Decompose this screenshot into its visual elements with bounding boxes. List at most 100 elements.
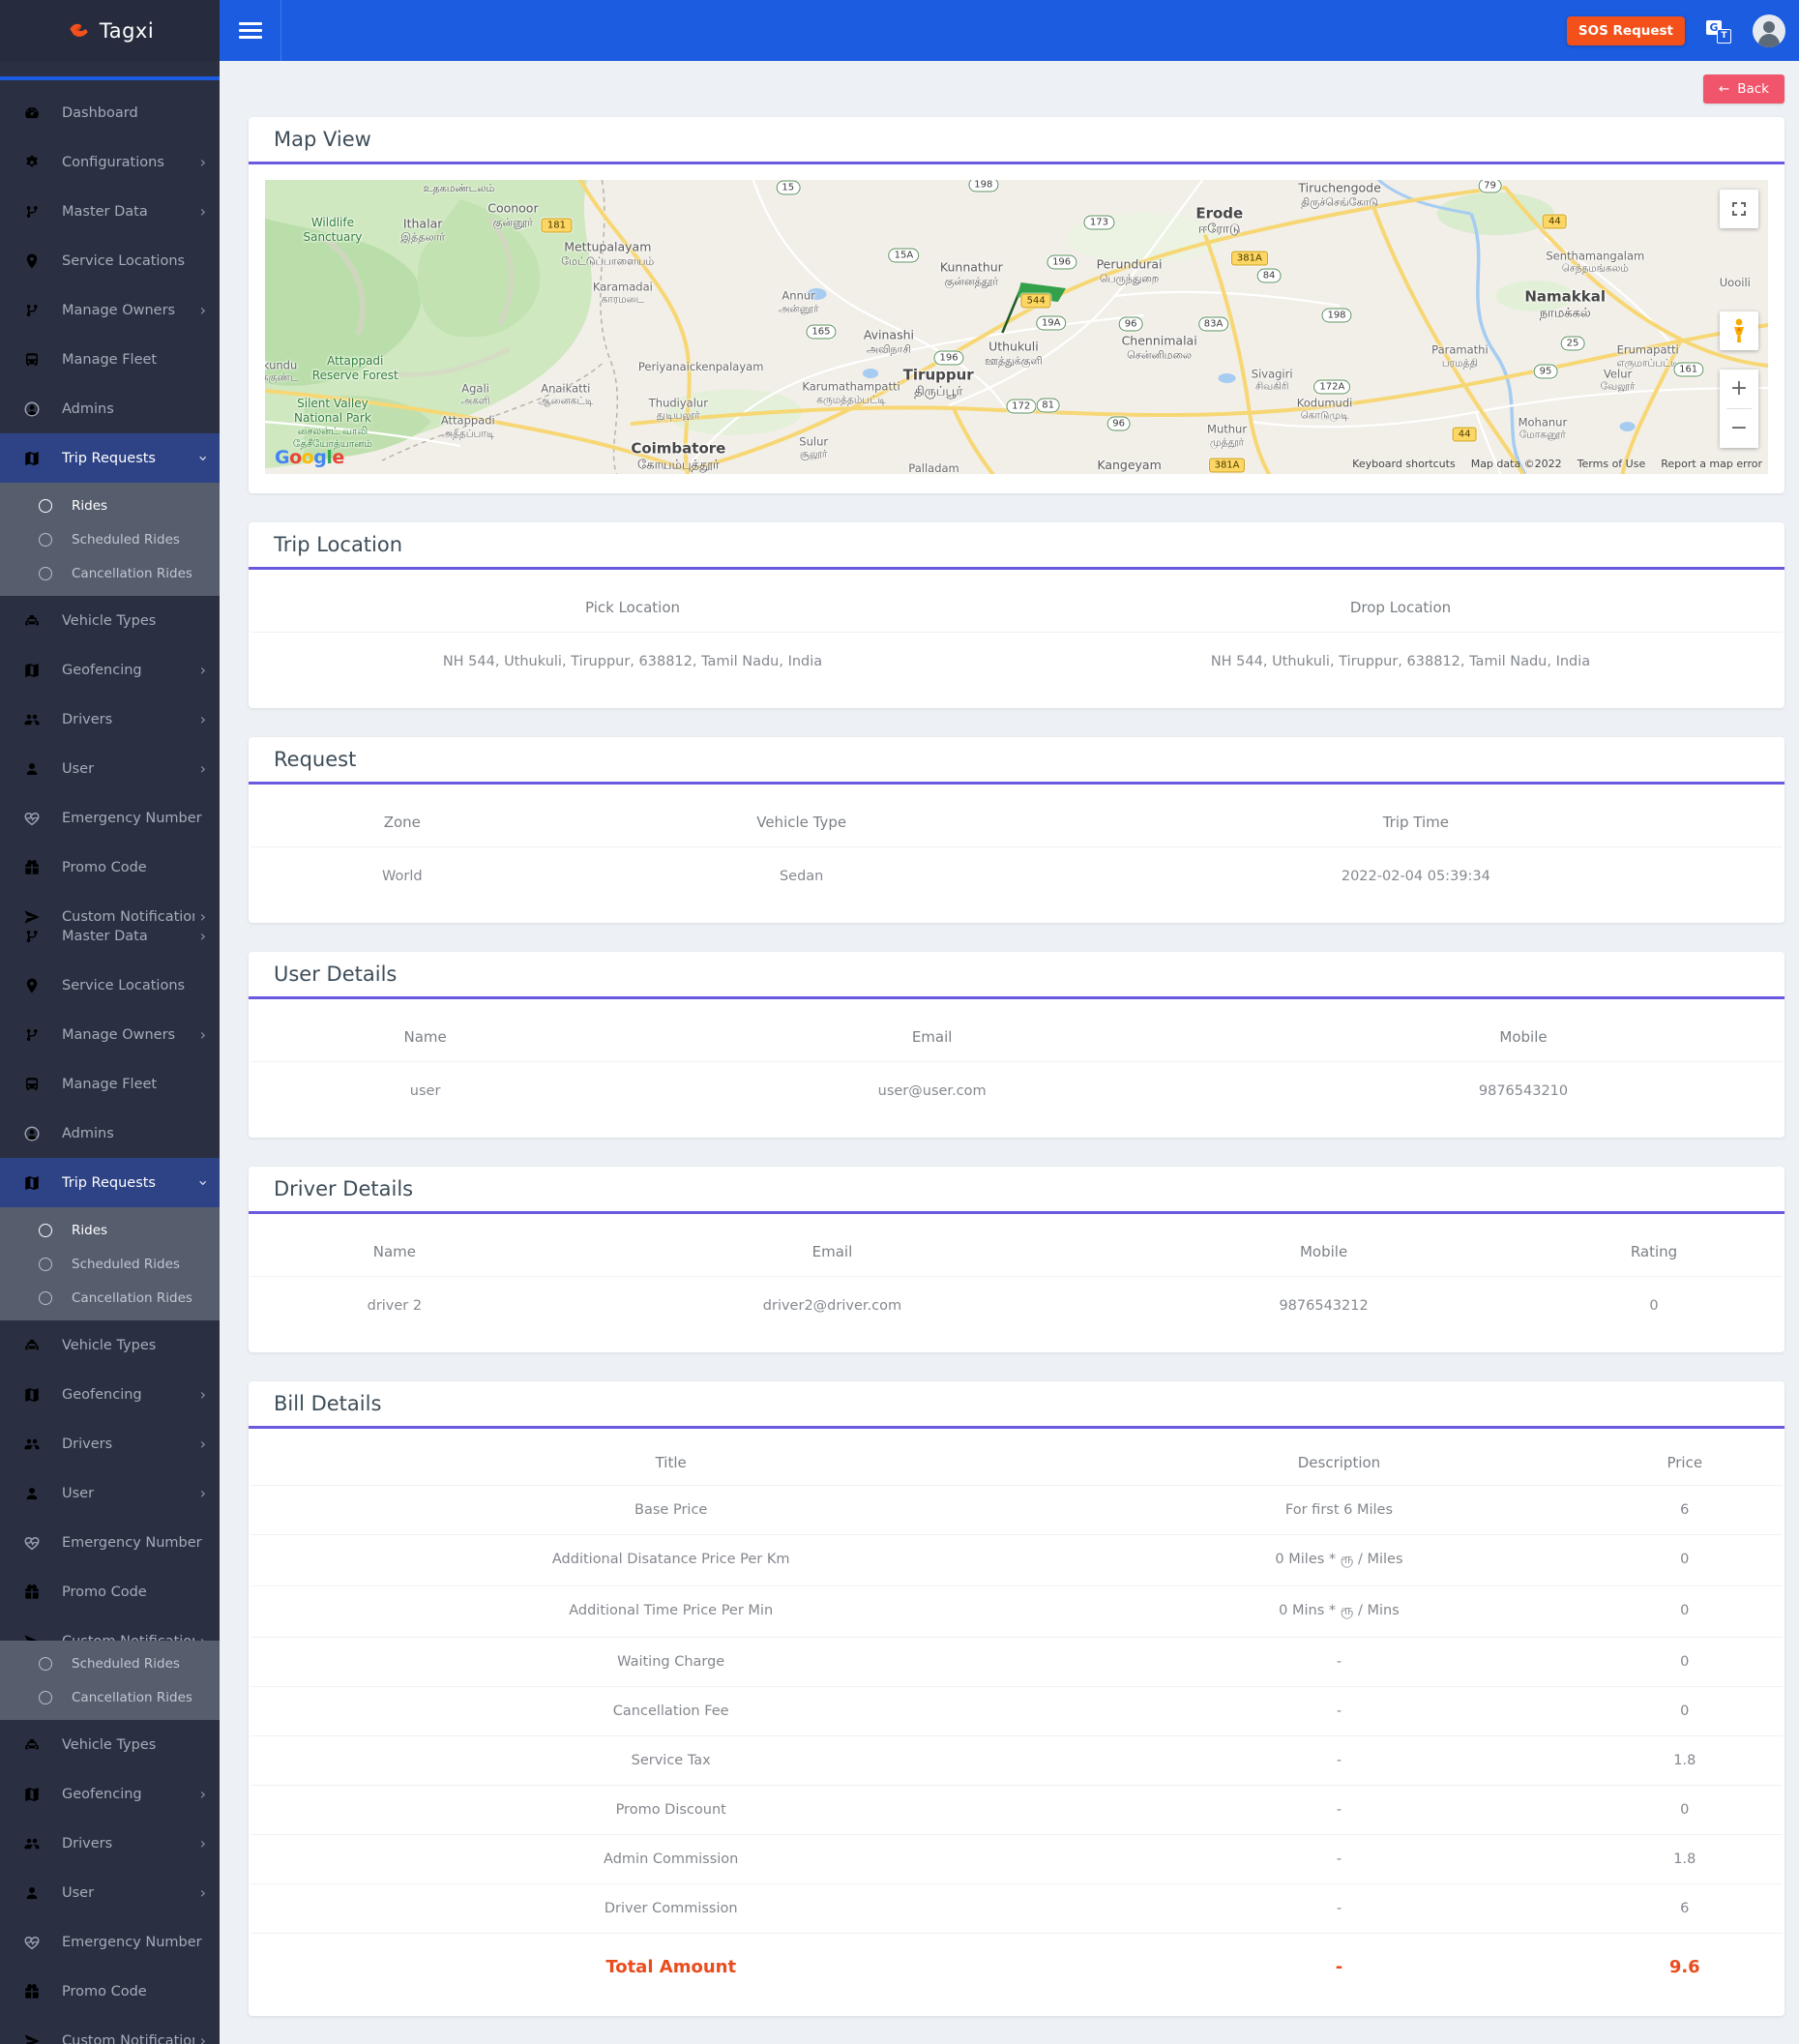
bill-row-title: Admin Commission xyxy=(249,1835,1093,1883)
brand-logo[interactable]: Tagxi xyxy=(0,0,220,61)
chevron-right-icon: › xyxy=(200,1836,206,1851)
sidebar-item-manage-owners[interactable]: Manage Owners› xyxy=(0,285,220,335)
sidebar-subitem-cancellation-rides[interactable]: Cancellation Rides xyxy=(0,556,220,590)
bill-row-price: 0 xyxy=(1585,1535,1784,1585)
bill-row-title: Base Price xyxy=(249,1486,1093,1534)
sidebar-item-service-locations[interactable]: Service Locations xyxy=(0,236,220,285)
sidebar-item-manage-fleet[interactable]: Manage Fleet xyxy=(0,1059,220,1109)
sidebar-subitem-scheduled-rides[interactable]: Scheduled Rides xyxy=(0,1646,220,1680)
sidebar-item-label: Configurations xyxy=(62,155,194,170)
map-attribution-item[interactable]: Keyboard shortcuts xyxy=(1352,458,1456,470)
google-logo[interactable]: Google xyxy=(275,447,344,468)
sidebar-item-master-data[interactable]: Master Data› xyxy=(0,187,220,236)
bill-row-title: Service Tax xyxy=(249,1736,1093,1785)
bill-row: Promo Discount-0 xyxy=(249,1786,1784,1834)
trip-location-card: Trip Location Pick Location Drop Locatio… xyxy=(249,522,1784,708)
map-pegman-button[interactable] xyxy=(1720,311,1758,350)
sidebar-item-emergency-number[interactable]: Emergency Number xyxy=(0,793,220,843)
bill-details-card: Bill Details Title Description Price Bas… xyxy=(249,1381,1784,2016)
bill-row-title: Additional Disatance Price Per Km xyxy=(249,1535,1093,1585)
bill-row-title: Additional Time Price Per Min xyxy=(249,1586,1093,1637)
back-button[interactable]: ← Back xyxy=(1703,74,1784,104)
map-attribution-item[interactable]: Terms of Use xyxy=(1578,458,1646,470)
map-fullscreen-button[interactable] xyxy=(1720,190,1758,228)
map-icon xyxy=(23,1386,41,1404)
sidebar-item-emergency-number[interactable]: Emergency Number xyxy=(0,1917,220,1967)
bill-row-price: 1.8 xyxy=(1585,1835,1784,1883)
sidebar-item-emergency-number[interactable]: Emergency Number xyxy=(0,1518,220,1567)
driver-name-value: driver 2 xyxy=(249,1277,541,1343)
sidebar-item-geofencing[interactable]: Geofencing› xyxy=(0,645,220,695)
driver-rating-value: 0 xyxy=(1523,1277,1784,1343)
column-header: Description xyxy=(1093,1433,1584,1485)
sidebar-item-manage-fleet[interactable]: Manage Fleet xyxy=(0,335,220,384)
sidebar-subitem-rides[interactable]: Rides xyxy=(0,1213,220,1247)
sidebar-item-vehicle-types[interactable]: Vehicle Types xyxy=(0,1720,220,1769)
sidebar-menu: DashboardConfigurations›Master Data›Serv… xyxy=(0,80,220,2044)
sidebar-subitem-cancellation-rides[interactable]: Cancellation Rides xyxy=(0,1680,220,1714)
sidebar-item-configurations[interactable]: Configurations› xyxy=(0,137,220,187)
google-map[interactable]: உதகமண்டலம்Tiruchengodeதிருச்செங்கோடுErod… xyxy=(265,180,1768,474)
radio-icon xyxy=(39,499,52,513)
sidebar-subitem-scheduled-rides[interactable]: Scheduled Rides xyxy=(0,1247,220,1281)
user-icon xyxy=(23,1485,41,1502)
sidebar-item-drivers[interactable]: Drivers› xyxy=(0,1819,220,1868)
pin-icon xyxy=(23,252,41,270)
sidebar-item-promo-code[interactable]: Promo Code xyxy=(0,843,220,892)
sidebar: Tagxi DashboardConfigurations›Master Dat… xyxy=(0,0,220,2044)
sidebar-item-drivers[interactable]: Drivers› xyxy=(0,695,220,744)
sidebar-item-drivers[interactable]: Drivers› xyxy=(0,1419,220,1468)
chevron-right-icon: › xyxy=(200,1486,206,1501)
chevron-right-icon: › xyxy=(200,1027,206,1043)
user-avatar[interactable] xyxy=(1753,15,1785,47)
sidebar-item-geofencing[interactable]: Geofencing› xyxy=(0,1370,220,1419)
sidebar-item-dashboard[interactable]: Dashboard xyxy=(0,88,220,137)
sidebar-item-vehicle-types[interactable]: Vehicle Types xyxy=(0,596,220,645)
zoom-in-button[interactable]: + xyxy=(1720,370,1758,408)
bill-row-title: Cancellation Fee xyxy=(249,1687,1093,1735)
chevron-right-icon: › xyxy=(200,1387,206,1403)
sidebar-subitem-scheduled-rides[interactable]: Scheduled Rides xyxy=(0,522,220,556)
chevron-right-icon: › xyxy=(200,204,206,220)
sidebar-item-admins[interactable]: Admins xyxy=(0,384,220,433)
sidebar-item-user[interactable]: User › xyxy=(0,1468,220,1518)
sidebar-item-user[interactable]: User› xyxy=(0,744,220,793)
sidebar-item-trip-requests[interactable]: Trip Requests› xyxy=(0,433,220,483)
back-arrow-icon: ← xyxy=(1719,81,1729,97)
zoom-out-button[interactable]: − xyxy=(1720,409,1758,448)
translate-icon[interactable]: GT xyxy=(1706,18,1731,44)
sidebar-item-label: User xyxy=(62,1486,194,1501)
sidebar-subitem-label: Scheduled Rides xyxy=(72,532,180,548)
bill-row-price: 0 xyxy=(1585,1786,1784,1834)
sidebar-item-manage-owners[interactable]: Manage Owners › xyxy=(0,1010,220,1059)
total-amount-label: Total Amount xyxy=(249,1934,1093,2006)
chevron-right-icon: › xyxy=(200,2033,206,2044)
zone-value: World xyxy=(249,847,556,913)
chevron-right-icon: › xyxy=(200,1437,206,1452)
sidebar-item-admins[interactable]: Admins xyxy=(0,1109,220,1158)
column-header: Rating xyxy=(1523,1218,1784,1276)
chevron-down-icon: › xyxy=(195,455,211,460)
radio-icon xyxy=(39,1258,52,1271)
sidebar-item-label: Manage Owners xyxy=(62,1027,194,1043)
sidebar-item-service-locations[interactable]: Service Locations xyxy=(0,961,220,1010)
sidebar-item-user[interactable]: User› xyxy=(0,1868,220,1917)
sos-request-button[interactable]: SOS Request xyxy=(1567,16,1685,45)
map-attribution-item[interactable]: Report a map error xyxy=(1661,458,1762,470)
sidebar-subitem-cancellation-rides[interactable]: Cancellation Rides xyxy=(0,1281,220,1315)
sidebar-item-geofencing[interactable]: Geofencing› xyxy=(0,1769,220,1819)
sidebar-item-promo-code[interactable]: Promo Code xyxy=(0,1967,220,2016)
sidebar-subitem-rides[interactable]: Rides xyxy=(0,489,220,522)
sidebar-item-custom-notification[interactable]: Custom Notification› xyxy=(0,2016,220,2044)
sidebar-item-trip-requests[interactable]: Trip Requests› xyxy=(0,1158,220,1207)
hamburger-menu-button[interactable] xyxy=(220,0,281,61)
bill-row: Driver Commission-6 xyxy=(249,1884,1784,1933)
bill-row: Waiting Charge-0 xyxy=(249,1638,1784,1686)
map-zoom-control: + − xyxy=(1720,370,1758,448)
sidebar-item-label: User xyxy=(62,1885,194,1901)
sidebar-item-vehicle-types[interactable]: Vehicle Types xyxy=(0,1320,220,1370)
sidebar-item-master-data[interactable]: Master Data› xyxy=(0,911,220,961)
sidebar-item-label: Promo Code xyxy=(62,1585,206,1600)
sidebar-subitem-label: Cancellation Rides xyxy=(72,1290,192,1306)
sidebar-item-promo-code[interactable]: Promo Code xyxy=(0,1567,220,1616)
